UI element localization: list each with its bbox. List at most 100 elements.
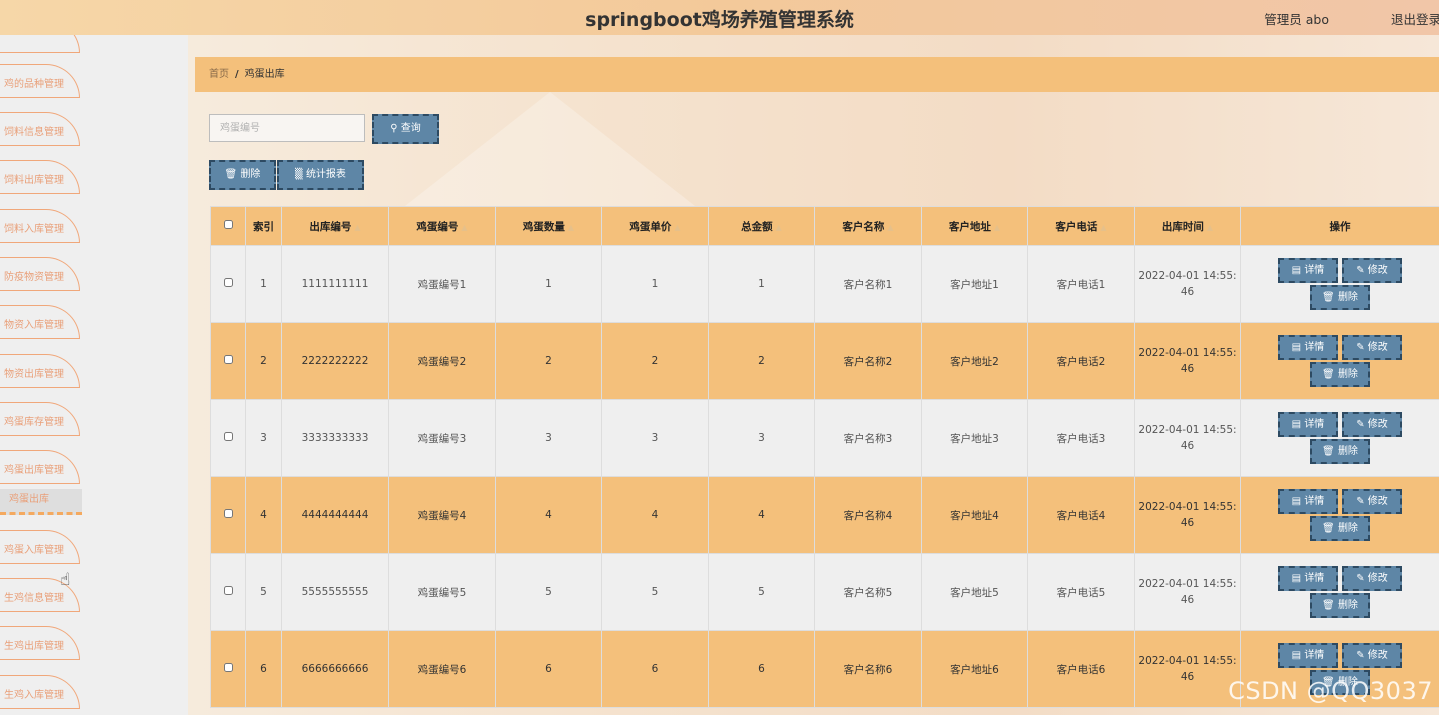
sort-icon[interactable]: ▲ <box>1207 223 1213 232</box>
time-line: 46 <box>1180 517 1195 529</box>
row-select-cell[interactable] <box>210 476 246 554</box>
sidebar-item-feed-info[interactable]: 饲料信息管理 <box>0 112 80 146</box>
logout-link[interactable]: 退出登录 <box>1391 9 1439 28</box>
delete-button[interactable]: 🗑 删除 <box>1310 593 1370 618</box>
row-checkbox[interactable] <box>223 509 233 518</box>
detail-label: 详情 <box>1304 650 1325 661</box>
detail-button[interactable]: ▤ 详情 <box>1278 566 1338 591</box>
row-select-cell[interactable] <box>210 245 246 323</box>
edit-button[interactable]: ✎ 修改 <box>1342 335 1402 360</box>
sidebar-item-supplies-out[interactable]: 物资出库管理 <box>0 354 80 388</box>
row-checkbox[interactable] <box>223 663 233 672</box>
column-header[interactable]: 出库时间 ▲ <box>1134 206 1241 246</box>
row-checkbox[interactable] <box>223 355 233 364</box>
cell-price: 1 <box>601 245 709 323</box>
sidebar-item-supplies-in[interactable]: 物资入库管理 <box>0 305 80 339</box>
detail-label: 详情 <box>1304 419 1325 430</box>
cell-index: 6 <box>245 630 282 708</box>
detail-button[interactable]: ▤ 详情 <box>1278 335 1338 360</box>
cell-total: 4 <box>708 476 815 554</box>
search-input[interactable] <box>209 114 365 142</box>
edit-label: 修改 <box>1367 650 1388 661</box>
column-header[interactable]: 客户电话 ▲ <box>1027 206 1135 246</box>
row-select-cell[interactable] <box>210 322 246 400</box>
sidebar-item-epidemic-supplies[interactable]: 防疫物资管理 <box>0 257 80 291</box>
column-header-label: 鸡蛋单价 <box>629 220 672 233</box>
detail-button[interactable]: ▤ 详情 <box>1278 258 1338 283</box>
breadcrumb-home[interactable]: 首页 <box>209 69 229 80</box>
column-header[interactable]: 鸡蛋数量 ▲ <box>495 206 602 246</box>
pencil-icon: ✎ <box>1356 650 1365 661</box>
cell-out-time: 2022-04-01 14:55: 46 <box>1134 399 1241 477</box>
column-header-label: 鸡蛋数量 <box>522 220 565 233</box>
sidebar-item-top[interactable] <box>0 35 80 53</box>
time-line: 2022-04-01 14:55: <box>1138 347 1237 359</box>
sidebar-item-chicken-out[interactable]: 生鸡出库管理 <box>0 626 80 660</box>
sidebar-item-breed[interactable]: 鸡的品种管理 <box>0 64 80 98</box>
cell-actions: ▤ 详情 ✎ 修改 🗑 删除 <box>1240 553 1439 631</box>
sidebar-item-egg-stock[interactable]: 鸡蛋库存管理 <box>0 402 80 436</box>
batch-delete-button[interactable]: 🗑 删除 <box>209 160 276 190</box>
edit-button[interactable]: ✎ 修改 <box>1342 489 1402 514</box>
detail-button[interactable]: ▤ 详情 <box>1278 643 1338 668</box>
sidebar-item-egg-in[interactable]: 鸡蛋入库管理 <box>0 530 80 564</box>
sort-icon[interactable]: ▲ <box>568 223 574 232</box>
sort-icon[interactable]: ▲ <box>1100 223 1106 232</box>
delete-button[interactable]: 🗑 删除 <box>1310 362 1370 387</box>
cell-phone: 客户电话5 <box>1027 553 1135 631</box>
sort-icon[interactable]: ▲ <box>776 223 782 232</box>
column-header-label: 出库编号 <box>309 220 352 233</box>
edit-label: 修改 <box>1367 342 1388 353</box>
trash-icon: 🗑 <box>224 169 238 180</box>
sidebar-item-feed-out[interactable]: 饲料出库管理 <box>0 160 80 194</box>
cell-price: 4 <box>601 476 709 554</box>
detail-button[interactable]: ▤ 详情 <box>1278 412 1338 437</box>
column-header[interactable]: 出库编号 ▲ <box>281 206 389 246</box>
detail-label: 详情 <box>1304 573 1325 584</box>
cell-address: 客户地址4 <box>921 476 1028 554</box>
column-header[interactable]: 总金额 ▲ <box>708 206 815 246</box>
row-checkbox[interactable] <box>223 586 233 595</box>
cell-total: 1 <box>708 245 815 323</box>
edit-button[interactable]: ✎ 修改 <box>1342 412 1402 437</box>
sort-icon[interactable]: ▲ <box>887 223 893 232</box>
sort-icon[interactable]: ▲ <box>674 223 680 232</box>
detail-button[interactable]: ▤ 详情 <box>1278 489 1338 514</box>
cell-out_no: 5555555555 <box>281 553 389 631</box>
batch-delete-label: 删除 <box>240 169 261 180</box>
cell-address: 客户地址2 <box>921 322 1028 400</box>
row-select-cell[interactable] <box>210 630 246 708</box>
query-button-label: 查询 <box>400 123 421 134</box>
sidebar-subitem-egg-out[interactable]: 鸡蛋出库 <box>0 489 82 515</box>
column-header[interactable]: 客户名称 ▲ <box>814 206 922 246</box>
delete-button[interactable]: 🗑 删除 <box>1310 439 1370 464</box>
cell-qty: 6 <box>495 630 602 708</box>
edit-button[interactable]: ✎ 修改 <box>1342 566 1402 591</box>
row-select-cell[interactable] <box>210 399 246 477</box>
delete-button[interactable]: 🗑 删除 <box>1310 285 1370 310</box>
row-checkbox[interactable] <box>223 278 233 287</box>
sort-icon[interactable]: ▲ <box>461 223 467 232</box>
cell-out_no: 1111111111 <box>281 245 389 323</box>
column-header[interactable]: 鸡蛋编号 ▲ <box>388 206 496 246</box>
sidebar-item-feed-in[interactable]: 饲料入库管理 <box>0 209 80 243</box>
row-checkbox[interactable] <box>223 432 233 441</box>
cell-out_no: 3333333333 <box>281 399 389 477</box>
edit-button[interactable]: ✎ 修改 <box>1342 258 1402 283</box>
column-header[interactable]: 客户地址 ▲ <box>921 206 1028 246</box>
time-line: 46 <box>1180 286 1195 298</box>
sidebar-item-egg-out[interactable]: 鸡蛋出库管理 <box>0 450 80 484</box>
row-select-cell[interactable] <box>210 553 246 631</box>
stats-report-button[interactable]: ▒ 统计报表 <box>277 160 364 190</box>
select-all-checkbox[interactable] <box>223 220 233 229</box>
sort-icon[interactable]: ▲ <box>354 223 360 232</box>
column-header[interactable]: 鸡蛋单价 ▲ <box>601 206 709 246</box>
query-button[interactable]: ⚲ 查询 <box>372 114 439 144</box>
delete-button[interactable]: 🗑 删除 <box>1310 516 1370 541</box>
header-select-all[interactable] <box>210 206 246 246</box>
cell-total: 2 <box>708 322 815 400</box>
sort-icon[interactable]: ▲ <box>994 223 1000 232</box>
decorative-triangle <box>405 92 695 206</box>
edit-button[interactable]: ✎ 修改 <box>1342 643 1402 668</box>
sidebar-item-chicken-in[interactable]: 生鸡入库管理 <box>0 675 80 709</box>
